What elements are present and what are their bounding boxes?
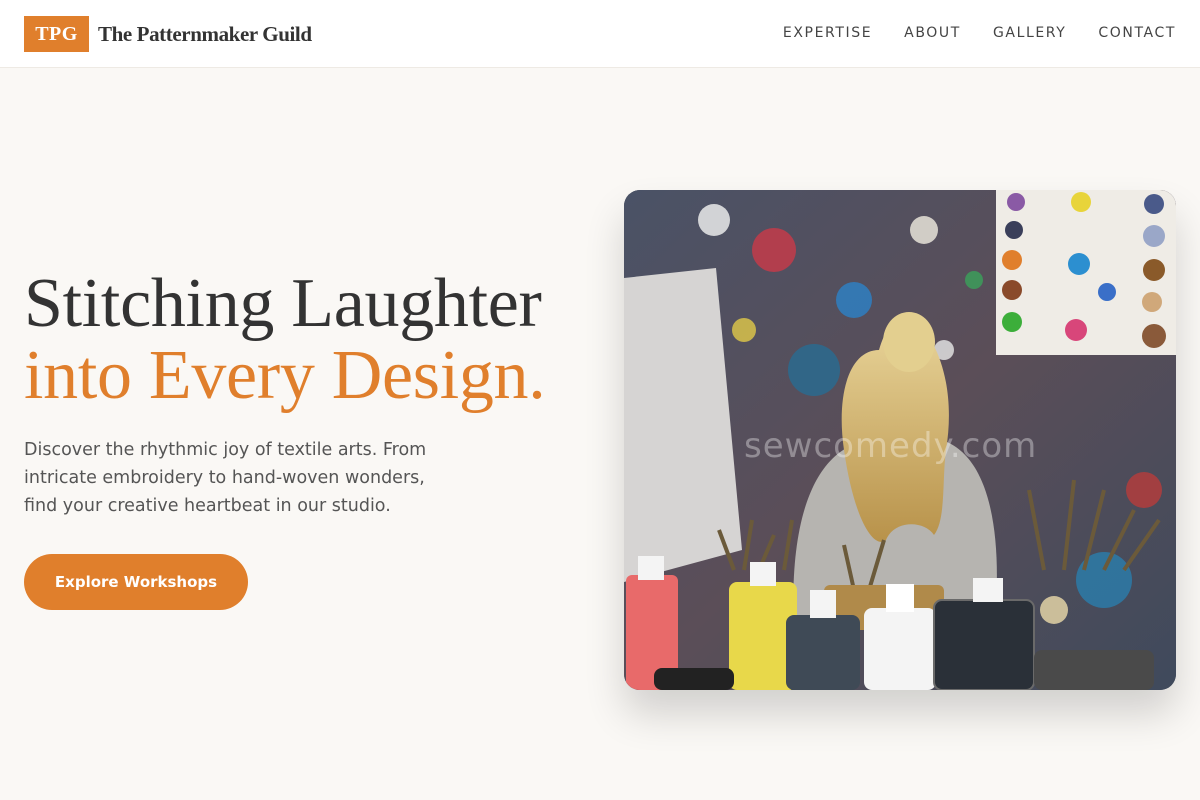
headline-line-1: Stitching Laughter xyxy=(24,265,542,342)
logo-mark[interactable]: TPG xyxy=(24,16,89,52)
nav-link-expertise[interactable]: EXPERTISE xyxy=(783,25,872,41)
hero-description: Discover the rhythmic joy of textile art… xyxy=(24,440,427,516)
site-title[interactable]: The Patternmaker Guild xyxy=(98,22,312,47)
nav-link-gallery[interactable]: GALLERY xyxy=(993,25,1066,41)
hero-image: sewcomedy.com xyxy=(624,190,1176,690)
hero-text: Stitching Laughter into Every Design. Di… xyxy=(24,268,604,520)
site-header: TPG The Patternmaker Guild EXPERTISE ABO… xyxy=(0,0,1200,68)
brand-logo[interactable]: TPG The Patternmaker Guild xyxy=(24,16,312,52)
image-watermark: sewcomedy.com xyxy=(744,426,1038,466)
nav-link-contact[interactable]: CONTACT xyxy=(1098,25,1176,41)
main-nav: EXPERTISE ABOUT GALLERY CONTACT xyxy=(783,0,1176,66)
nav-link-about[interactable]: ABOUT xyxy=(904,25,961,41)
headline-line-2: into Every Design. xyxy=(24,337,546,414)
explore-workshops-button[interactable]: Explore Workshops xyxy=(24,554,248,610)
hero-headline: Stitching Laughter into Every Design. xyxy=(24,268,604,412)
